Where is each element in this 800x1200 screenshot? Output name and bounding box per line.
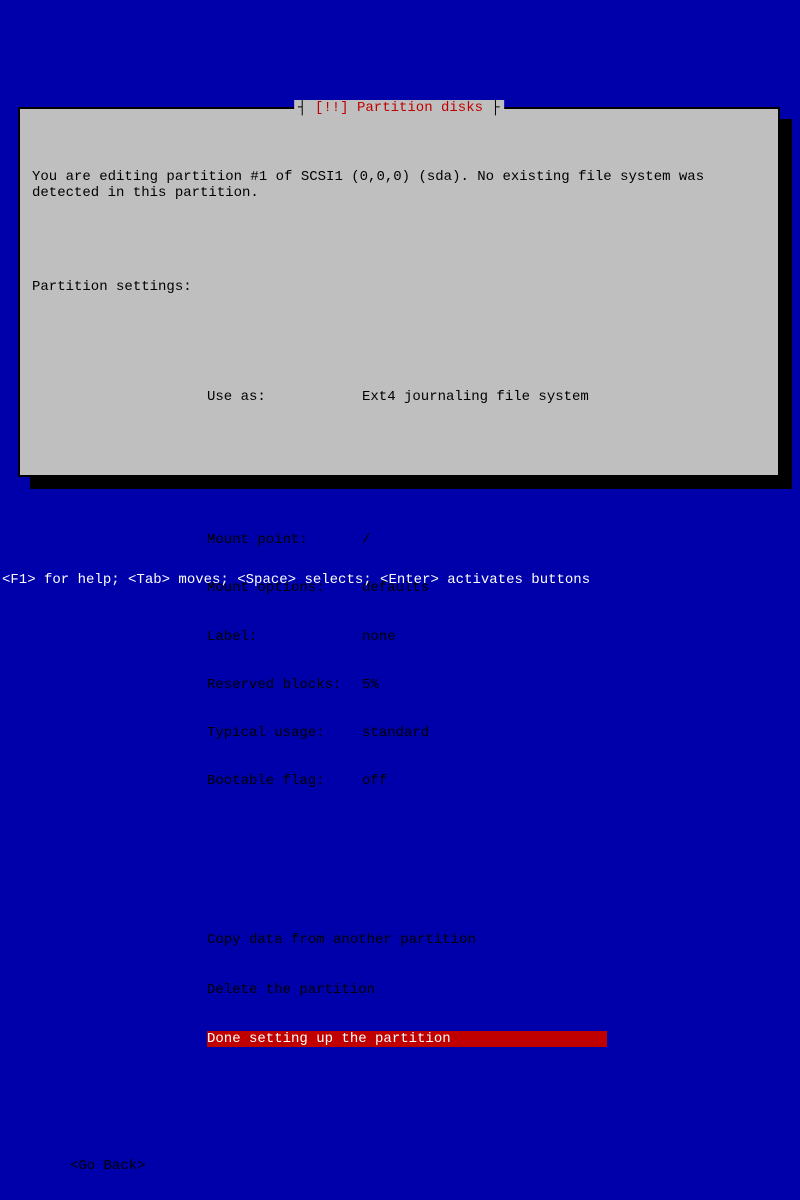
setting-label: Label: [207, 629, 362, 645]
setting-label: Mount point: [207, 532, 362, 548]
setting-reserved-blocks[interactable]: Reserved blocks: 5% [207, 677, 766, 693]
action-delete-partition[interactable]: Delete the partition [207, 982, 766, 998]
setting-label: Bootable flag: [207, 773, 362, 789]
title-text: Partition disks [357, 100, 483, 116]
setting-value: none [362, 629, 396, 645]
dialog-content: You are editing partition #1 of SCSI1 (0… [20, 109, 778, 1200]
partition-dialog: ┤ [!!] Partition disks ├ You are editing… [18, 107, 780, 477]
setting-use-as[interactable]: Use as: Ext4 journaling file system [207, 389, 766, 405]
setting-value: Ext4 journaling file system [362, 389, 589, 405]
setting-value: off [362, 773, 387, 789]
title-bracket-right: ├ [491, 100, 499, 116]
setting-value: standard [362, 725, 429, 741]
setting-label: Use as: [207, 389, 362, 405]
setting-typical-usage[interactable]: Typical usage: standard [207, 725, 766, 741]
go-back-button[interactable]: <Go Back> [70, 1158, 766, 1174]
setting-value: / [362, 532, 370, 548]
setting-bootable-flag[interactable]: Bootable flag: off [207, 773, 766, 789]
setting-label: Reserved blocks: [207, 677, 362, 693]
action-copy-data[interactable]: Copy data from another partition [207, 932, 766, 948]
setting-label: Typical usage: [207, 725, 362, 741]
settings-block-1: Use as: Ext4 journaling file system [207, 357, 766, 437]
setting-label-row[interactable]: Label: none [207, 629, 766, 645]
title-prefix: [!!] [315, 100, 357, 116]
help-bar: <F1> for help; <Tab> moves; <Space> sele… [2, 572, 590, 588]
action-done-setting-up[interactable]: Done setting up the partition [207, 1031, 607, 1047]
action-done-wrapper: Done setting up the partition [207, 1031, 766, 1047]
setting-mount-point[interactable]: Mount point: / [207, 532, 766, 548]
settings-block-2: Mount point: / Mount options: defaults L… [207, 500, 766, 822]
dialog-title: ┤ [!!] Partition disks ├ [294, 100, 504, 116]
title-bracket-left: ┤ [298, 100, 306, 116]
settings-header: Partition settings: [32, 279, 766, 295]
intro-text: You are editing partition #1 of SCSI1 (0… [32, 169, 766, 201]
setting-value: 5% [362, 677, 379, 693]
actions-block: Copy data from another partition Delete … [207, 900, 766, 1080]
